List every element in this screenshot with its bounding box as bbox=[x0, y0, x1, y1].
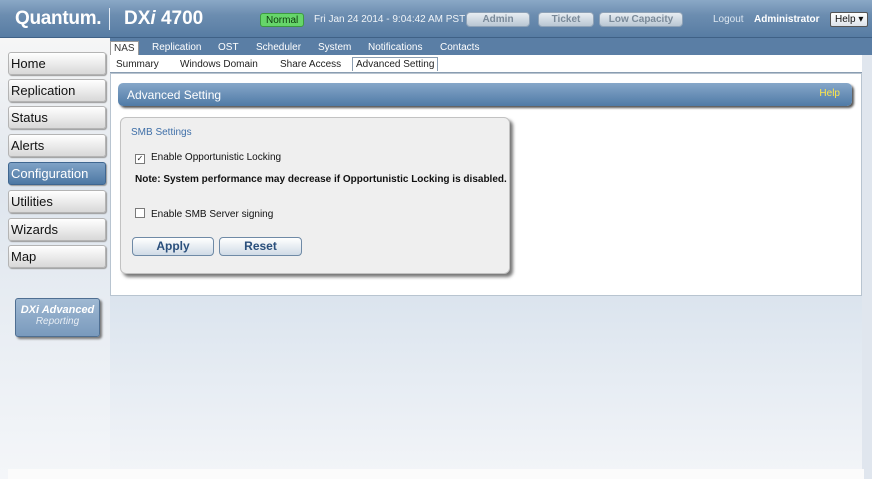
product-name: DXi 4700 bbox=[124, 8, 203, 30]
panel-help-link[interactable]: Help bbox=[819, 88, 840, 99]
tab-replication[interactable]: Replication bbox=[152, 41, 201, 55]
sidebar-item-utilities[interactable]: Utilities bbox=[8, 190, 106, 213]
quantum-logo: Quantum. bbox=[15, 8, 102, 29]
system-datetime: Fri Jan 24 2014 - 9:04:42 AM PST bbox=[314, 14, 466, 25]
sidebar-item-wizards[interactable]: Wizards bbox=[8, 218, 106, 241]
smb-signing-checkbox[interactable] bbox=[135, 208, 145, 218]
subtab-windows-domain[interactable]: Windows Domain bbox=[180, 59, 258, 70]
dxi-advanced-label: DXi Advanced bbox=[20, 304, 95, 316]
tab-ost[interactable]: OST bbox=[218, 41, 239, 55]
admin-button[interactable]: Admin bbox=[466, 12, 530, 27]
subtab-advanced-setting[interactable]: Advanced Setting bbox=[352, 57, 439, 71]
tab-system[interactable]: System bbox=[318, 41, 351, 55]
page-title: Advanced Setting bbox=[127, 88, 222, 102]
ticket-button[interactable]: Ticket bbox=[538, 12, 594, 27]
tab-notifications[interactable]: Notifications bbox=[368, 41, 422, 55]
current-user: Administrator bbox=[754, 14, 820, 25]
sidebar-item-replication[interactable]: Replication bbox=[8, 79, 106, 102]
product-prefix: DX bbox=[124, 8, 151, 29]
smb-settings-box: SMB Settings ✓ Enable Opportunistic Locki… bbox=[120, 117, 510, 274]
opportunistic-locking-label[interactable]: Enable Opportunistic Locking bbox=[151, 152, 281, 163]
subtab-share-access[interactable]: Share Access bbox=[280, 59, 341, 70]
apply-button[interactable]: Apply bbox=[132, 237, 214, 256]
smb-settings-title: SMB Settings bbox=[131, 127, 192, 138]
smb-signing-row: Enable SMB Server signing bbox=[135, 208, 273, 220]
sidebar-item-configuration[interactable]: Configuration bbox=[8, 162, 106, 185]
low-capacity-button[interactable]: Low Capacity bbox=[599, 12, 683, 27]
panel-header: Advanced Setting Help bbox=[118, 83, 852, 106]
subtab-summary[interactable]: Summary bbox=[116, 59, 159, 70]
tab-contacts[interactable]: Contacts bbox=[440, 41, 479, 55]
sidebar-item-status[interactable]: Status bbox=[8, 106, 106, 129]
sub-tab-bar: Summary Windows Domain Share Access Adva… bbox=[110, 55, 862, 73]
product-model: 4700 bbox=[155, 8, 204, 29]
sidebar-item-map[interactable]: Map bbox=[8, 245, 106, 268]
bottom-strip bbox=[8, 469, 864, 479]
sidebar-item-home[interactable]: Home bbox=[8, 52, 106, 75]
opportunistic-locking-checkbox[interactable]: ✓ bbox=[135, 154, 145, 164]
opportunistic-locking-row: ✓ Enable Opportunistic Locking bbox=[135, 152, 281, 164]
sidebar-item-alerts[interactable]: Alerts bbox=[8, 134, 106, 157]
content-background bbox=[110, 296, 872, 479]
tab-scheduler[interactable]: Scheduler bbox=[256, 41, 301, 55]
performance-note: Note: System performance may decrease if… bbox=[135, 174, 507, 185]
app-header: Quantum. DXi 4700 Normal Fri Jan 24 2014… bbox=[0, 0, 872, 38]
reset-button[interactable]: Reset bbox=[219, 237, 302, 256]
smb-signing-label[interactable]: Enable SMB Server signing bbox=[151, 209, 273, 220]
dxi-reporting-label: Reporting bbox=[35, 316, 80, 327]
dxi-advanced-reporting-button[interactable]: DXi Advanced Reporting bbox=[15, 298, 100, 337]
sidebar: Home Replication Status Alerts Configura… bbox=[0, 38, 110, 479]
status-badge[interactable]: Normal bbox=[260, 13, 305, 27]
tab-nas[interactable]: NAS bbox=[110, 41, 139, 55]
help-menu-button[interactable]: Help ▾ bbox=[830, 12, 868, 27]
header-divider bbox=[109, 8, 110, 30]
logout-link[interactable]: Logout bbox=[713, 14, 744, 25]
right-edge bbox=[862, 55, 872, 479]
